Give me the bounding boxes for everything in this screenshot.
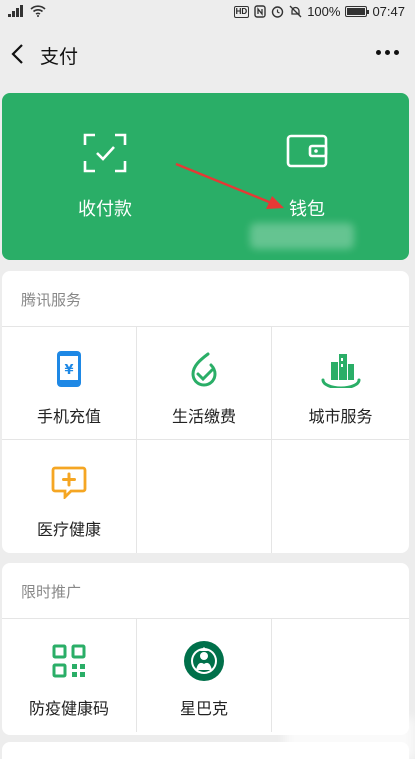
utility-bill-icon — [191, 352, 217, 387]
wallet-label: 钱包 — [289, 199, 325, 220]
chevron-left-icon[interactable] — [8, 42, 30, 66]
receive-pay-button[interactable]: 收付款 — [30, 133, 180, 221]
svg-text:¥: ¥ — [64, 363, 73, 378]
health-qr-code-icon — [52, 644, 86, 678]
item-label: 生活缴费 — [171, 407, 236, 426]
phone-recharge-icon: ¥ — [57, 351, 81, 387]
city-service-item[interactable]: 城市服务 — [272, 327, 409, 440]
payment-hero-card: 收付款 钱包 — [2, 93, 409, 260]
item-label: 手机充值 — [36, 407, 101, 426]
status-bar: HD 100% 07:47 — [0, 0, 415, 26]
item-label: 医疗健康 — [36, 520, 101, 539]
wifi-icon — [30, 5, 46, 17]
battery-percent: 100% — [307, 4, 341, 19]
item-label: 防疫健康码 — [28, 699, 109, 718]
blurred-balance — [250, 223, 354, 249]
nav-bar: 支付 — [0, 28, 415, 80]
empty-cell — [137, 440, 272, 553]
receive-pay-label: 收付款 — [78, 199, 132, 220]
medical-health-icon — [51, 466, 87, 499]
health-code-item[interactable]: 防疫健康码 — [2, 619, 137, 732]
starbucks-logo-icon — [184, 641, 224, 681]
wallet-button[interactable]: 钱包 — [232, 133, 382, 221]
section-title: 限时推广 — [2, 563, 409, 619]
phone-recharge-item[interactable]: ¥ 手机充值 — [2, 327, 137, 440]
starbucks-item[interactable]: 星巴克 — [137, 619, 272, 732]
tencent-services-card: 腾讯服务 ¥ 手机充值 生活缴费 城市服务 医疗健康 — [2, 271, 409, 553]
empty-cell — [272, 619, 409, 732]
clock: 07:47 — [372, 4, 405, 19]
signal-icon — [8, 5, 23, 17]
city-service-icon — [321, 354, 360, 388]
battery-fill — [347, 8, 366, 15]
section-title: 腾讯服务 — [2, 271, 409, 327]
battery-icon — [345, 6, 370, 17]
nfc-icon — [254, 5, 266, 18]
hd-icon: HD — [233, 5, 250, 18]
empty-cell — [272, 440, 409, 553]
status-right: HD 100% 07:47 — [233, 4, 405, 19]
item-label: 城市服务 — [308, 407, 373, 426]
more-dots-icon[interactable] — [376, 50, 399, 55]
mute-icon — [289, 5, 302, 18]
promotions-card: 限时推广 防疫健康码 星巴克 — [2, 563, 409, 735]
alarm-icon — [272, 6, 284, 18]
status-left — [8, 5, 46, 17]
blurred-watermark — [285, 718, 415, 759]
page-title: 支付 — [40, 46, 79, 68]
wallet-icon — [286, 134, 328, 168]
scan-qr-icon — [83, 133, 127, 173]
medical-health-item[interactable]: 医疗健康 — [2, 440, 137, 553]
item-label: 星巴克 — [179, 699, 228, 718]
utility-bill-item[interactable]: 生活缴费 — [137, 327, 272, 440]
